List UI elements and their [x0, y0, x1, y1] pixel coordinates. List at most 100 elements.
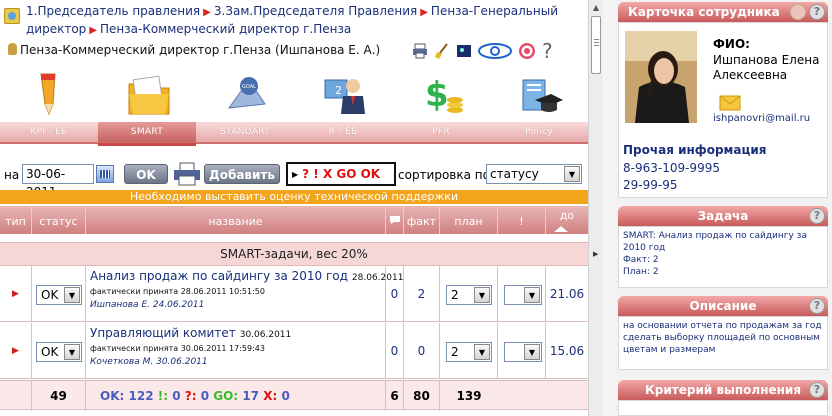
collapse-icon[interactable]	[790, 4, 806, 20]
person-title: Пенза-Коммерческий директор г.Пенза (Ишп…	[8, 43, 380, 57]
task-panel-fact: Факт: 2	[623, 255, 659, 265]
employee-card: ФИО: Ишпанова Елена Алексеевна ishpanovr…	[618, 22, 828, 198]
help-icon[interactable]: ?	[809, 382, 825, 398]
totals-x-label: X:	[263, 389, 278, 403]
row-excl-select[interactable]: ▼	[504, 285, 542, 305]
email-icon[interactable]	[719, 95, 741, 111]
fio-value: Ишпанова Елена Алексеевна	[713, 53, 820, 82]
task-date: 30.06.2011	[239, 330, 292, 340]
chevron-down-icon[interactable]: ▼	[474, 287, 490, 303]
col-fact[interactable]: факт	[404, 206, 440, 234]
phone-1: 8-963-109-9995	[623, 161, 720, 175]
print-button-icon[interactable]	[172, 162, 202, 186]
r-board-icon: 2	[324, 79, 365, 114]
row-due: 15.06	[549, 344, 585, 358]
chevron-down-icon[interactable]: ▼	[524, 344, 540, 360]
criteria-panel	[618, 400, 828, 416]
printer-icon[interactable]	[412, 43, 428, 59]
breadcrumb-item-1[interactable]: 1.Председатель правления	[26, 4, 200, 18]
row-status-select[interactable]: OK ▼	[36, 342, 82, 362]
row-excl-cell: ▼	[498, 266, 546, 322]
col-name[interactable]: название	[86, 206, 386, 234]
target-icon[interactable]	[518, 42, 536, 60]
row-comments[interactable]: 0	[386, 266, 404, 322]
chevron-down-icon[interactable]: ▼	[564, 166, 580, 182]
tab-policy[interactable]: Policy	[490, 122, 588, 142]
module-policy[interactable]	[490, 64, 588, 122]
row-excl-select[interactable]: ▼	[504, 342, 542, 362]
col-comments[interactable]	[386, 206, 404, 234]
totals-comments: 6	[386, 381, 404, 411]
card-title: Карточка сотрудника	[628, 5, 780, 19]
task-panel-plan: План: 2	[623, 267, 659, 277]
vertical-scrollbar[interactable]: ▲ ▶	[588, 0, 602, 416]
row-arrow-icon[interactable]: ▶	[0, 323, 32, 379]
module-r[interactable]: 2	[294, 64, 392, 122]
help-icon[interactable]: ?	[809, 4, 825, 20]
totals-x-value: 0	[281, 389, 290, 403]
row-status-select[interactable]: OK ▼	[36, 285, 82, 305]
ok-button[interactable]: OK	[124, 164, 168, 184]
scroll-thumb[interactable]	[591, 16, 601, 74]
totals-ok-label: OK:	[100, 389, 125, 403]
row-plan-value: 2	[451, 288, 459, 302]
date-prefix: на	[4, 168, 20, 182]
tab-smart[interactable]: SMART	[98, 122, 196, 142]
col-status[interactable]: статус	[32, 206, 86, 234]
tab-standart[interactable]: STANDART	[196, 122, 294, 142]
help-icon[interactable]: ?	[542, 41, 553, 61]
chevron-down-icon[interactable]: ▼	[64, 344, 80, 360]
row-name-cell: Управляющий комитет 30.06.2011 фактически…	[86, 323, 386, 379]
col-excl[interactable]: !	[498, 206, 546, 234]
active-tab-indicator	[98, 143, 196, 146]
help-icon[interactable]: ?	[809, 298, 825, 314]
row-comments[interactable]: 0	[386, 323, 404, 379]
module-standart[interactable]: GOAL	[196, 64, 294, 122]
breadcrumb-arrow-icon: ▶	[420, 7, 428, 18]
module-smart[interactable]	[98, 64, 196, 122]
task-link[interactable]: Анализ продаж по сайдингу за 2010 год	[90, 269, 348, 283]
calendar-icon[interactable]	[96, 165, 114, 183]
col-due[interactable]: до	[546, 206, 588, 234]
table-header: тип статус название факт план ! до	[0, 206, 588, 234]
col-type[interactable]: тип	[0, 206, 32, 234]
chevron-down-icon[interactable]: ▼	[64, 287, 80, 303]
row-plan-select[interactable]: 2 ▼	[446, 342, 492, 362]
eye-icon[interactable]	[478, 43, 512, 59]
tab-r[interactable]: R - ЕБ	[294, 122, 392, 142]
date-input[interactable]: 30-06-2011	[22, 164, 94, 199]
svg-text:2: 2	[335, 84, 342, 97]
add-button[interactable]: Добавить	[204, 164, 280, 184]
breadcrumb-arrow-icon: ▶	[89, 25, 97, 36]
chevron-down-icon[interactable]: ▼	[524, 287, 540, 303]
scroll-up-icon[interactable]: ▲	[591, 3, 601, 13]
image-icon[interactable]	[456, 43, 472, 59]
breadcrumb-item-4[interactable]: Пенза-Коммерческий директор г.Пенза	[100, 22, 351, 36]
criteria-panel-title: Критерий выполнения	[644, 383, 802, 397]
support-banner[interactable]: Необходимо выставить оценку технической …	[0, 190, 588, 204]
col-plan[interactable]: план	[440, 206, 498, 234]
row-plan-select[interactable]: 2 ▼	[446, 285, 492, 305]
module-kpi[interactable]	[0, 64, 98, 122]
help-icon[interactable]: ?	[809, 208, 825, 224]
sort-select[interactable]: статусу ▼	[486, 164, 582, 184]
task-link[interactable]: Управляющий комитет	[90, 326, 236, 340]
module-icons: GOAL 2 $	[0, 64, 588, 122]
tab-pfr[interactable]: PFR	[392, 122, 490, 142]
row-status-value: OK	[41, 345, 59, 359]
chevron-down-icon[interactable]: ▼	[474, 344, 490, 360]
email-link[interactable]: ishpanovri@mail.ru	[713, 113, 810, 124]
contacts-title: Прочая информация	[623, 143, 767, 157]
task-panel-title: Задача	[697, 209, 749, 223]
breadcrumb-item-2[interactable]: 3.Зам.Председателя Правления	[214, 4, 417, 18]
tab-kpi[interactable]: KPI - ЕБ	[0, 122, 98, 142]
sort-value: статусу	[490, 167, 539, 181]
sort-up-icon	[554, 226, 568, 232]
row-status-cell: OK ▼	[32, 323, 86, 379]
row-status-value: OK	[41, 288, 59, 302]
comment-icon	[389, 216, 400, 224]
module-pfr[interactable]: $	[392, 64, 490, 122]
broom-icon[interactable]	[434, 43, 450, 59]
row-arrow-icon[interactable]: ▶	[0, 266, 32, 322]
status-filter-chip[interactable]: ▶? ! X GO OK ?!	[286, 162, 396, 202]
